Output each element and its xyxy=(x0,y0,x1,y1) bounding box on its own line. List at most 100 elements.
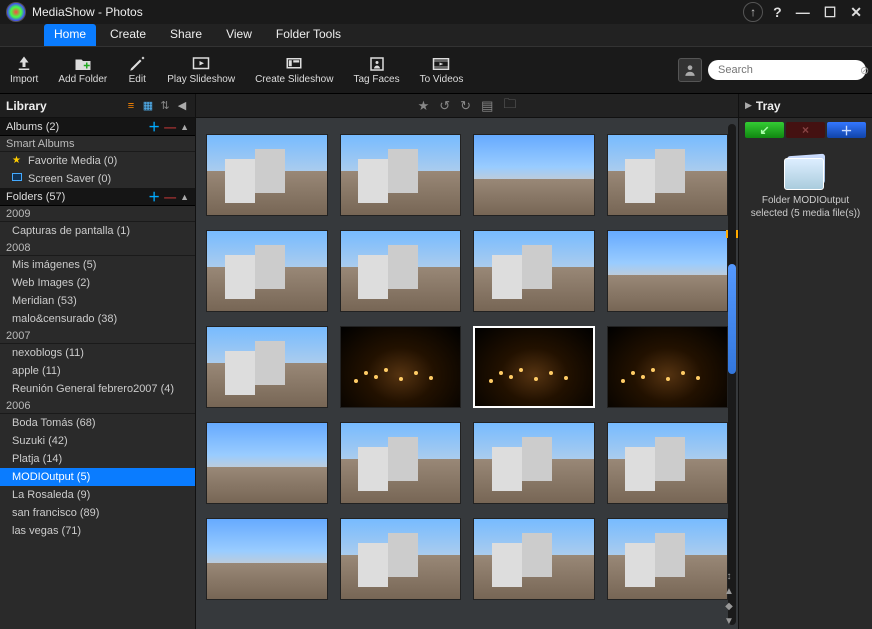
add-folder-icon[interactable]: ＋ xyxy=(148,188,160,205)
sidebar-item-nexoblogs[interactable]: nexoblogs (11) xyxy=(0,344,195,362)
tag-icon[interactable]: ▤ xyxy=(481,98,493,114)
thumbnail[interactable] xyxy=(206,326,328,408)
thumbnail[interactable] xyxy=(206,518,328,600)
favorite-icon[interactable]: ★ xyxy=(418,98,430,114)
sidebar-item-capturas[interactable]: Capturas de pantalla (1) xyxy=(0,222,195,240)
clear-search-icon[interactable]: ⊘ xyxy=(860,64,869,77)
thumbnail[interactable] xyxy=(340,518,462,600)
sidebar-item-meridian[interactable]: Meridian (53) xyxy=(0,292,195,310)
thumbnail-grid xyxy=(206,134,728,600)
collapse-sidebar-icon[interactable]: ◀ xyxy=(175,99,189,113)
thumbnail[interactable] xyxy=(206,422,328,504)
thumbnail[interactable] xyxy=(607,422,729,504)
sidebar-item-suzuki[interactable]: Suzuki (42) xyxy=(0,432,195,450)
section-albums-label: Albums (2) xyxy=(6,121,144,133)
folder-icon[interactable]: 🗀 xyxy=(503,95,516,117)
toolbar-play-slideshow[interactable]: Play Slideshow xyxy=(157,46,245,94)
zoom-controls: ↕ ▲ ◆ ▼ xyxy=(722,571,736,627)
thumbnail[interactable] xyxy=(340,326,462,408)
maximize-button[interactable]: ☐ xyxy=(820,4,841,21)
toolbar-tag-faces[interactable]: Tag Faces xyxy=(343,46,409,94)
thumbnail[interactable] xyxy=(473,326,595,408)
thumbnail[interactable] xyxy=(340,422,462,504)
toolbar-create-slideshow[interactable]: Create Slideshow xyxy=(245,46,343,94)
rotate-left-icon[interactable]: ↺ xyxy=(439,98,450,114)
sidebar-item-platja[interactable]: Platja (14) xyxy=(0,450,195,468)
sort-icon[interactable]: ⇅ xyxy=(158,99,172,113)
rotate-right-icon[interactable]: ↻ xyxy=(460,98,471,114)
menu-tab-share[interactable]: Share xyxy=(160,24,212,46)
year-group-2007[interactable]: 2007 xyxy=(0,328,195,344)
thumbnail[interactable] xyxy=(607,326,729,408)
tray-header: ▶ Tray xyxy=(739,94,872,118)
thumbnail[interactable] xyxy=(473,134,595,216)
thumbnail[interactable] xyxy=(340,230,462,312)
thumbnail-pane: ★ ↺ ↻ ▤ 🗀 ↕ ▲ ◆ ▼ xyxy=(196,94,738,629)
minimize-button[interactable]: — xyxy=(792,4,814,20)
menu-tab-view[interactable]: View xyxy=(216,24,262,46)
section-albums[interactable]: Albums (2) ＋ — ▲ xyxy=(0,118,195,136)
toolbar: ImportAdd FolderEditPlay SlideshowCreate… xyxy=(0,46,872,94)
zoom-in-icon[interactable]: ▲ xyxy=(724,586,734,597)
sidebar-item-screensaver[interactable]: Screen Saver (0) xyxy=(0,170,195,188)
sidebar-item-reunion[interactable]: Reunión General febrero2007 (4) xyxy=(0,380,195,398)
search-input[interactable] xyxy=(718,64,860,76)
title-bar: MediaShow - Photos ↑ ? — ☐ ✕ xyxy=(0,0,872,24)
tray-new-button[interactable]: ＋ xyxy=(827,122,866,138)
add-album-icon[interactable]: ＋ xyxy=(148,118,160,135)
sidebar-item-favorite[interactable]: ★Favorite Media (0) xyxy=(0,152,195,170)
view-grid-icon[interactable]: ▦ xyxy=(141,99,155,113)
thumbnail[interactable] xyxy=(473,518,595,600)
search-box[interactable]: ⊘ xyxy=(708,60,866,80)
help-button[interactable]: ? xyxy=(769,4,786,20)
sidebar-item-apple[interactable]: apple (11) xyxy=(0,362,195,380)
zoom-toggle-icon[interactable]: ↕ xyxy=(727,571,732,582)
collapse-albums-icon[interactable]: ▲ xyxy=(180,122,189,132)
thumbnail[interactable] xyxy=(206,134,328,216)
toolbar-to-videos[interactable]: To Videos xyxy=(410,46,474,94)
thumbnail[interactable] xyxy=(340,134,462,216)
thumbnail[interactable] xyxy=(473,230,595,312)
menu-tab-create[interactable]: Create xyxy=(100,24,156,46)
view-list-icon[interactable]: ≡ xyxy=(124,99,138,113)
thumbnail[interactable] xyxy=(607,230,729,312)
menu-tab-folder-tools[interactable]: Folder Tools xyxy=(266,24,351,46)
thumbnail-toolbar: ★ ↺ ↻ ▤ 🗀 xyxy=(196,94,738,118)
library-sidebar: Library ≡ ▦ ⇅ ◀ Albums (2) ＋ — ▲ Smart A… xyxy=(0,94,196,629)
smart-albums-header[interactable]: Smart Albums xyxy=(0,136,195,152)
tray-folder-icon[interactable] xyxy=(784,152,828,188)
thumbnail[interactable] xyxy=(206,230,328,312)
tray-remove-button[interactable]: × xyxy=(786,122,825,138)
thumbnail[interactable] xyxy=(607,518,729,600)
toolbar-import[interactable]: Import xyxy=(0,46,48,94)
thumbnail[interactable] xyxy=(607,134,729,216)
close-button[interactable]: ✕ xyxy=(846,4,866,21)
sidebar-item-sanfran[interactable]: san francisco (89) xyxy=(0,504,195,522)
sidebar-item-web-images[interactable]: Web Images (2) xyxy=(0,274,195,292)
toolbar-add-folder[interactable]: Add Folder xyxy=(48,46,117,94)
sidebar-item-modioutput[interactable]: MODIOutput (5) xyxy=(0,468,195,486)
remove-folder-icon[interactable]: — xyxy=(164,190,176,204)
sidebar-item-malo[interactable]: malo&censurado (38) xyxy=(0,310,195,328)
section-folders[interactable]: Folders (57) ＋ — ▲ xyxy=(0,188,195,206)
vertical-scrollbar[interactable] xyxy=(728,124,736,625)
scrollbar-thumb[interactable] xyxy=(728,264,736,374)
toolbar-edit[interactable]: Edit xyxy=(117,46,157,94)
zoom-out-icon[interactable]: ▼ xyxy=(724,616,734,627)
upload-icon[interactable]: ↑ xyxy=(743,2,763,22)
thumbnail[interactable] xyxy=(473,422,595,504)
remove-album-icon[interactable]: — xyxy=(164,120,176,134)
menu-tab-home[interactable]: Home xyxy=(44,24,96,46)
year-group-2009[interactable]: 2009 xyxy=(0,206,195,222)
tray-add-button[interactable]: ↙ xyxy=(745,122,784,138)
sidebar-item-boda[interactable]: Boda Tomás (68) xyxy=(0,414,195,432)
expand-tray-icon[interactable]: ▶ xyxy=(745,100,752,111)
sidebar-item-vegas[interactable]: las vegas (71) xyxy=(0,522,195,540)
year-group-2006[interactable]: 2006 xyxy=(0,398,195,414)
sidebar-item-mis-imagenes[interactable]: Mis imágenes (5) xyxy=(0,256,195,274)
collapse-folders-icon[interactable]: ▲ xyxy=(180,192,189,202)
sidebar-item-rosaleda[interactable]: La Rosaleda (9) xyxy=(0,486,195,504)
zoom-slider-icon[interactable]: ◆ xyxy=(725,601,733,612)
year-group-2008[interactable]: 2008 xyxy=(0,240,195,256)
account-icon[interactable] xyxy=(678,58,702,82)
